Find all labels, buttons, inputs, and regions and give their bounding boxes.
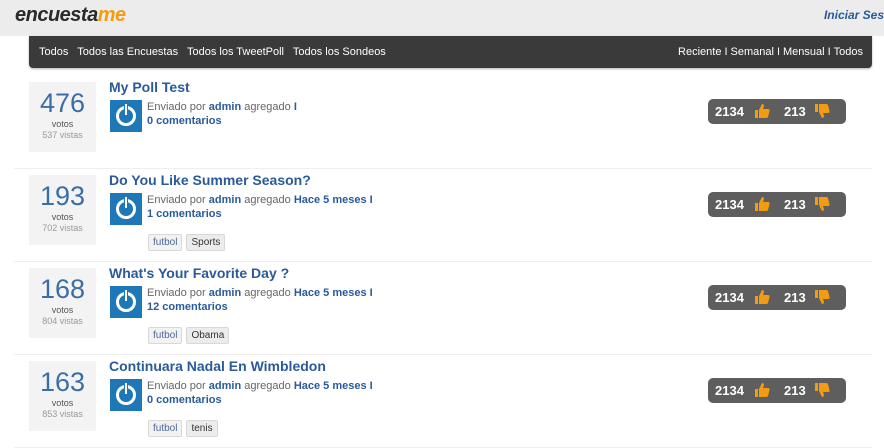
nav-all-polls[interactable]: Todos las Encuestas <box>77 46 178 58</box>
tag[interactable]: futbol <box>148 234 183 251</box>
tag-list: futbol tenis <box>148 418 222 437</box>
author-link[interactable]: admin <box>209 101 241 113</box>
poll-meta: Enviado por admin agregado Hace 5 meses … <box>147 380 373 406</box>
nav-all-tweetpolls[interactable]: Todos los TweetPoll <box>187 46 284 58</box>
poll-meta: Enviado por admin agregado Hace 5 meses … <box>147 194 373 220</box>
thumbs-down-icon[interactable] <box>813 102 831 120</box>
nav-time-filters: Reciente I Semanal I Mensual I Todos <box>678 46 863 58</box>
votes-label: votos <box>51 212 74 222</box>
poll-item: 476 votos 537 vistas My Poll Test Enviad… <box>14 76 872 169</box>
rating-box: 2134 213 <box>708 378 846 403</box>
nav-all-surveys[interactable]: Todos los Sondeos <box>293 46 386 58</box>
vote-count: 193 <box>39 181 86 211</box>
poll-title[interactable]: What's Your Favorite Day ? <box>109 265 289 281</box>
vote-count-box: 476 votos 537 vistas <box>29 82 96 152</box>
avatar[interactable] <box>110 286 142 318</box>
logo[interactable]: encuestame <box>15 4 126 27</box>
view-count: 702 vistas <box>42 223 83 233</box>
time-ago: Hace 5 meses I <box>293 380 373 392</box>
author-link[interactable]: admin <box>209 380 241 392</box>
logo-text-part1: encuesta <box>15 4 98 26</box>
dislike-count: 213 <box>784 104 806 119</box>
vote-count-box: 168 votos 804 vistas <box>29 268 96 338</box>
rating-box: 2134 213 <box>708 99 846 124</box>
logo-text-part2: me <box>97 4 126 26</box>
tag[interactable]: futbol <box>148 327 183 344</box>
thumbs-up-icon[interactable] <box>753 381 771 399</box>
tag[interactable]: Obama <box>186 327 230 344</box>
nav-separator: I <box>724 46 728 58</box>
avatar[interactable] <box>110 193 142 225</box>
author-link[interactable]: admin <box>209 287 241 299</box>
rating-box: 2134 213 <box>708 285 846 310</box>
thumbs-down-icon[interactable] <box>813 288 831 306</box>
poll-title[interactable]: Do You Like Summer Season? <box>109 172 311 188</box>
nav-monthly[interactable]: Mensual <box>783 46 825 58</box>
tag[interactable]: futbol <box>148 420 183 437</box>
like-count: 2134 <box>715 197 744 212</box>
author-link[interactable]: admin <box>209 194 241 206</box>
tag[interactable]: tenis <box>186 420 218 437</box>
view-count: 853 vistas <box>42 409 83 419</box>
vote-count: 168 <box>39 274 86 304</box>
dislike-count: 213 <box>784 197 806 212</box>
login-link[interactable]: Iniciar Ses <box>824 8 884 22</box>
comments-link[interactable]: 0 comentarios <box>147 115 222 127</box>
vote-count-box: 193 votos 702 vistas <box>29 175 96 245</box>
filter-nav: Todos Todos las Encuestas Todos los Twee… <box>29 36 872 68</box>
tag-list: futbol Sports <box>148 232 229 251</box>
vote-count: 163 <box>39 367 86 397</box>
poll-meta: Enviado por admin agregado I 0 comentari… <box>147 101 297 127</box>
view-count: 537 vistas <box>42 130 83 140</box>
avatar[interactable] <box>110 100 142 132</box>
tag[interactable]: Sports <box>186 234 226 251</box>
dislike-count: 213 <box>784 290 806 305</box>
nav-type-filters: Todos Todos las Encuestas Todos los Twee… <box>39 46 392 58</box>
nav-all-time[interactable]: Todos <box>834 46 863 58</box>
rating-box: 2134 213 <box>708 192 846 217</box>
thumbs-up-icon[interactable] <box>753 102 771 120</box>
votes-label: votos <box>51 305 74 315</box>
votes-label: votos <box>51 119 74 129</box>
nav-all[interactable]: Todos <box>39 46 68 58</box>
time-ago: I <box>293 101 297 113</box>
like-count: 2134 <box>715 104 744 119</box>
thumbs-down-icon[interactable] <box>813 195 831 213</box>
poll-title[interactable]: My Poll Test <box>109 79 190 95</box>
comments-link[interactable]: 1 comentarios <box>147 208 222 220</box>
nav-separator: I <box>776 46 780 58</box>
thumbs-down-icon[interactable] <box>813 381 831 399</box>
poll-item: 163 votos 853 vistas Continuara Nadal En… <box>14 355 872 448</box>
like-count: 2134 <box>715 383 744 398</box>
comments-link[interactable]: 12 comentarios <box>147 301 228 313</box>
thumbs-up-icon[interactable] <box>753 288 771 306</box>
top-bar: encuestame Iniciar Ses <box>0 0 884 36</box>
vote-count: 476 <box>39 88 86 118</box>
poll-item: 168 votos 804 vistas What's Your Favorit… <box>14 262 872 355</box>
vote-count-box: 163 votos 853 vistas <box>29 361 96 431</box>
like-count: 2134 <box>715 290 744 305</box>
avatar[interactable] <box>110 379 142 411</box>
votes-label: votos <box>51 398 74 408</box>
nav-separator: I <box>827 46 831 58</box>
poll-meta: Enviado por admin agregado Hace 5 meses … <box>147 287 373 313</box>
nav-weekly[interactable]: Semanal <box>731 46 774 58</box>
dislike-count: 213 <box>784 383 806 398</box>
comments-link[interactable]: 0 comentarios <box>147 394 222 406</box>
nav-recent[interactable]: Reciente <box>678 46 721 58</box>
time-ago: Hace 5 meses I <box>293 287 373 299</box>
tag-list: futbol Obama <box>148 325 233 344</box>
poll-item: 193 votos 702 vistas Do You Like Summer … <box>14 169 872 262</box>
view-count: 804 vistas <box>42 316 83 326</box>
poll-title[interactable]: Continuara Nadal En Wimbledon <box>109 358 326 374</box>
time-ago: Hace 5 meses I <box>293 194 373 206</box>
thumbs-up-icon[interactable] <box>753 195 771 213</box>
